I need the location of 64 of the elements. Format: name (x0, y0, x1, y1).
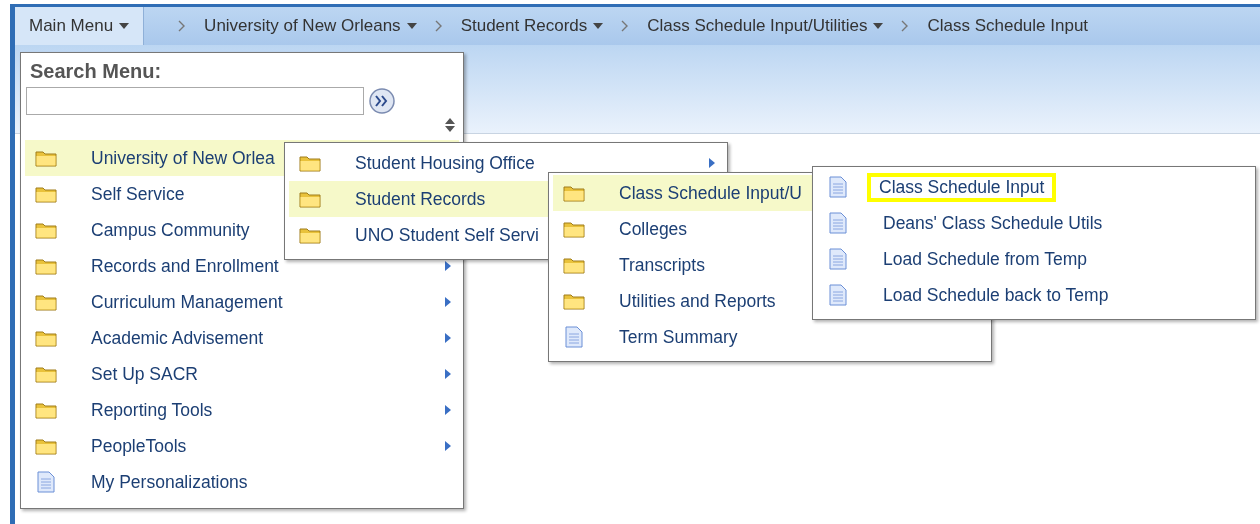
menu-item-label: Load Schedule back to Temp (882, 283, 1110, 307)
folder-icon (563, 292, 585, 310)
menu-item-label: Student Records (354, 187, 487, 211)
menu-item-label: Transcripts (618, 253, 706, 277)
breadcrumb-link[interactable]: Class Schedule Input/Utilities (635, 7, 896, 45)
chevron-icon (901, 20, 910, 32)
menu-item-label: Self Service (90, 182, 186, 206)
folder-icon (563, 220, 585, 238)
folder-icon (35, 365, 57, 383)
breadcrumb-link[interactable]: Class Schedule Input (915, 7, 1101, 45)
chevron-icon (434, 20, 443, 32)
document-icon (563, 326, 585, 348)
menu-item-label: Reporting Tools (90, 398, 214, 422)
menu-item[interactable]: Academic Advisement (25, 320, 459, 356)
folder-icon (563, 256, 585, 274)
menu-item-label: Set Up SACR (90, 362, 199, 386)
menu-item[interactable]: Load Schedule from Temp (817, 241, 1251, 277)
chevron-icon (178, 20, 187, 32)
folder-icon (35, 401, 57, 419)
folder-icon (35, 185, 57, 203)
search-field[interactable] (26, 87, 364, 115)
folder-icon (35, 149, 57, 167)
menu-item-label: Colleges (618, 217, 689, 241)
menu-item-label: Campus Community (90, 218, 251, 242)
folder-icon (299, 154, 321, 172)
breadcrumb-link[interactable]: University of New Orleans (192, 7, 429, 45)
folder-icon (35, 221, 57, 239)
menu-item[interactable]: Set Up SACR (25, 356, 459, 392)
menu-item-label: Term Summary (618, 325, 739, 349)
menu-item-label: Load Schedule from Temp (882, 247, 1088, 271)
menu-item-label: Records and Enrollment (90, 254, 280, 278)
menu-item[interactable]: Term Summary (553, 319, 987, 355)
document-icon (827, 212, 849, 234)
menu-item-label: Deans' Class Schedule Utils (882, 211, 1104, 235)
breadcrumb-link[interactable]: Student Records (448, 7, 616, 45)
folder-icon (563, 184, 585, 202)
breadcrumb-link[interactable]: Main Menu (15, 7, 145, 45)
menu-item-label: My Personalizations (90, 470, 249, 494)
sort-icon[interactable] (445, 118, 455, 132)
document-icon (35, 471, 57, 493)
search-go-icon[interactable] (368, 87, 396, 115)
search-label: Search Menu: (29, 59, 163, 83)
menu-item-label: Curriculum Management (90, 290, 284, 314)
menu-item[interactable]: Reporting Tools (25, 392, 459, 428)
menu-item[interactable]: Load Schedule back to Temp (817, 277, 1251, 313)
menu-item[interactable]: My Personalizations (25, 464, 459, 500)
document-icon (827, 176, 849, 198)
folder-icon (35, 293, 57, 311)
folder-icon (299, 190, 321, 208)
document-icon (827, 248, 849, 270)
menu-item-label: University of New Orlea (90, 146, 276, 170)
menu-item[interactable]: PeopleTools (25, 428, 459, 464)
document-icon (827, 284, 849, 306)
folder-icon (35, 329, 57, 347)
folder-icon (299, 226, 321, 244)
menu-item-label: Academic Advisement (90, 326, 265, 350)
menu-item-label: UNO Student Self Servi (354, 223, 540, 247)
chevron-icon (621, 20, 630, 32)
menu-item[interactable]: Curriculum Management (25, 284, 459, 320)
highlighted-label: Class Schedule Input (867, 172, 1057, 202)
menu-item-label: Utilities and Reports (618, 289, 777, 313)
folder-icon (35, 257, 57, 275)
menu-item-label: PeopleTools (90, 434, 188, 458)
folder-icon (35, 437, 57, 455)
